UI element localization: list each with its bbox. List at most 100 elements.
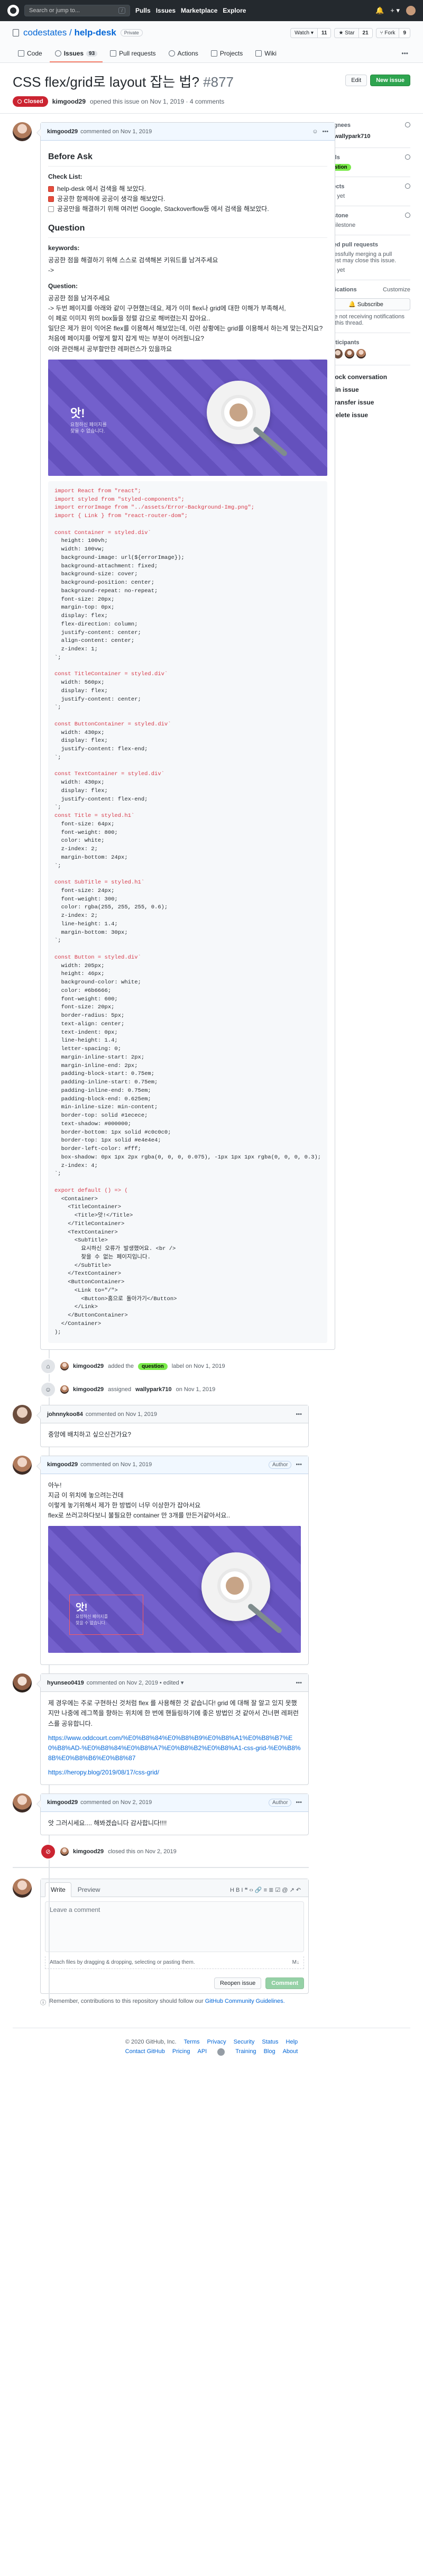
event-author[interactable]: kimgood29 [73,1386,104,1393]
new-issue-button[interactable]: New issue [370,75,410,86]
code-line: import styled from "styled-components"; [54,496,185,503]
comment-timestamp[interactable]: commented on Nov 2, 2019 [80,1799,152,1806]
fork-button[interactable]: ⑂ Fork 9 [375,27,410,38]
avatar[interactable] [345,349,354,358]
comment-menu-icon[interactable]: ••• [296,1799,302,1806]
event-author[interactable]: kimgood29 [73,1848,104,1855]
avatar[interactable] [60,1362,69,1371]
reference-link[interactable]: https://heropy.blog/2019/08/17/css-grid/ [48,1769,159,1776]
tab-code[interactable]: Code [13,45,48,62]
tab-pull-requests[interactable]: Pull requests [105,45,161,62]
watch-count[interactable]: 11 [317,28,331,38]
reaction-icon[interactable]: ☺ [312,128,318,135]
footer-link[interactable]: Training [235,2048,256,2056]
nav-pulls[interactable]: Pulls [135,7,151,14]
tab-projects[interactable]: Projects [206,45,248,62]
comment-button[interactable]: Comment [265,1977,304,1989]
comment-textarea[interactable]: Leave a comment [45,1901,304,1952]
repo-icon [13,29,19,36]
tab-preview[interactable]: Preview [72,1883,106,1897]
comment-timestamp[interactable]: commented on Nov 1, 2019 [80,128,152,135]
gear-icon[interactable] [405,154,410,160]
footer-link[interactable]: About [283,2048,298,2056]
gear-icon[interactable] [405,183,410,189]
code-line: justify-content: flex-end; [54,746,148,753]
avatar[interactable] [13,1405,32,1424]
footer-link[interactable]: Terms [184,2039,200,2045]
code-line: </TextContainer> [54,1271,122,1277]
github-logo-icon[interactable] [7,5,19,16]
footer-link[interactable]: Privacy [207,2039,226,2045]
repo-owner-link[interactable]: codestates [23,27,67,38]
watch-button[interactable]: Watch ▾ 11 [290,27,332,38]
footer-link[interactable]: Pricing [172,2048,190,2056]
avatar[interactable] [13,1455,32,1475]
fork-count[interactable]: 9 [399,28,410,38]
avatar[interactable] [60,1847,69,1856]
comment-menu-icon[interactable]: ••• [323,128,329,135]
footer-link[interactable]: Blog [264,2048,275,2056]
assignee-name[interactable]: wallypark710 [334,133,371,140]
customize-link[interactable]: Customize [383,287,410,293]
create-new-icon[interactable]: + ▾ [390,6,400,15]
gear-icon[interactable] [405,122,410,127]
label-question[interactable]: question [138,1363,168,1370]
github-mark-icon[interactable] [217,2048,225,2056]
footer-link[interactable]: Security [234,2039,255,2045]
repo-name-link[interactable]: help-desk [74,27,116,38]
nav-marketplace[interactable]: Marketplace [181,7,217,14]
comment-timestamp[interactable]: commented on Nov 1, 2019 [80,1461,152,1468]
comment-menu-icon[interactable]: ••• [296,1411,302,1418]
code-line: box-shadow: 0px 1px 2px rgba(0, 0, 0, 0.… [54,1154,321,1161]
attach-text: Attach files by dragging & dropping, sel… [50,1959,195,1965]
star-count[interactable]: 21 [358,28,372,38]
keywords-arrow: -> [48,266,54,274]
search-input[interactable]: Search or jump to... / [24,5,130,16]
footer-link[interactable]: API [197,2048,207,2056]
reopen-issue-button[interactable]: Reopen issue [214,1977,262,1989]
error-page-screenshot[interactable]: 앗! 요청하신 페이지를 찾을 수 없습니다. [48,359,328,476]
layout-screenshot[interactable]: 앗! 요청하신 페이지를 찾을 수 없습니다. [48,1526,301,1653]
user-avatar[interactable] [406,6,416,15]
guidelines-link[interactable]: GitHub Community Guidelines. [205,1998,285,2004]
comment-menu-icon[interactable]: ••• [296,1680,302,1686]
event-author[interactable]: kimgood29 [73,1363,104,1369]
avatar[interactable] [13,1673,32,1693]
code-line: font-size: 24px; [54,887,115,894]
footer-link[interactable]: Contact GitHub [125,2048,165,2056]
footer-link[interactable]: Help [286,2039,298,2045]
comment-timestamp[interactable]: commented on Nov 2, 2019 • edited ▾ [87,1679,184,1686]
issue-author-link[interactable]: kimgood29 [52,98,86,105]
code-line: <ButtonContainer> [54,1279,125,1286]
comment-author[interactable]: kimgood29 [47,128,78,135]
event-assignee[interactable]: wallypark710 [135,1386,172,1393]
comment-menu-icon[interactable]: ••• [296,1461,302,1468]
attach-files-area[interactable]: Attach files by dragging & dropping, sel… [45,1956,304,1969]
star-button[interactable]: ★ Star 21 [334,27,373,38]
markdown-toolbar[interactable]: H B I ❝ ‹› 🔗 ≡ ≣ ☑ @ ↗ ↶ [227,1883,304,1897]
comment-timestamp[interactable]: commented on Nov 1, 2019 [86,1411,157,1418]
comment-author[interactable]: hyunseo0419 [47,1680,84,1686]
tab-issues[interactable]: Issues 93 [49,45,103,62]
avatar[interactable] [356,349,366,358]
comment-author[interactable]: kimgood29 [47,1461,78,1468]
comment-author[interactable]: johnnykoo84 [47,1411,83,1418]
tab-actions[interactable]: Actions [163,45,204,62]
avatar[interactable] [13,122,32,141]
avatar[interactable] [13,1793,32,1813]
avatar[interactable] [60,1385,69,1394]
event-text: closed this on Nov 2, 2019 [108,1848,177,1855]
notifications-bell-icon[interactable]: 🔔 [375,6,384,15]
tab-wiki[interactable]: Wiki [250,45,282,62]
comment-text: flex로 쓰러고하다보니 불필요한 container 만 3개를 만든거같아… [48,1512,231,1520]
more-tabs-icon[interactable]: ••• [399,45,410,62]
footer-link[interactable]: Status [262,2039,278,2045]
comment-author[interactable]: kimgood29 [47,1799,78,1806]
gear-icon[interactable] [405,213,410,218]
nav-explore[interactable]: Explore [223,7,246,14]
avatar[interactable] [13,1878,32,1898]
reference-link[interactable]: https://www.oddcourt.com/%E0%B8%84%E0%B8… [48,1734,301,1762]
code-line: margin-inline-start: 2px; [54,1054,145,1061]
edit-button[interactable]: Edit [345,75,367,86]
nav-issues[interactable]: Issues [156,7,176,14]
